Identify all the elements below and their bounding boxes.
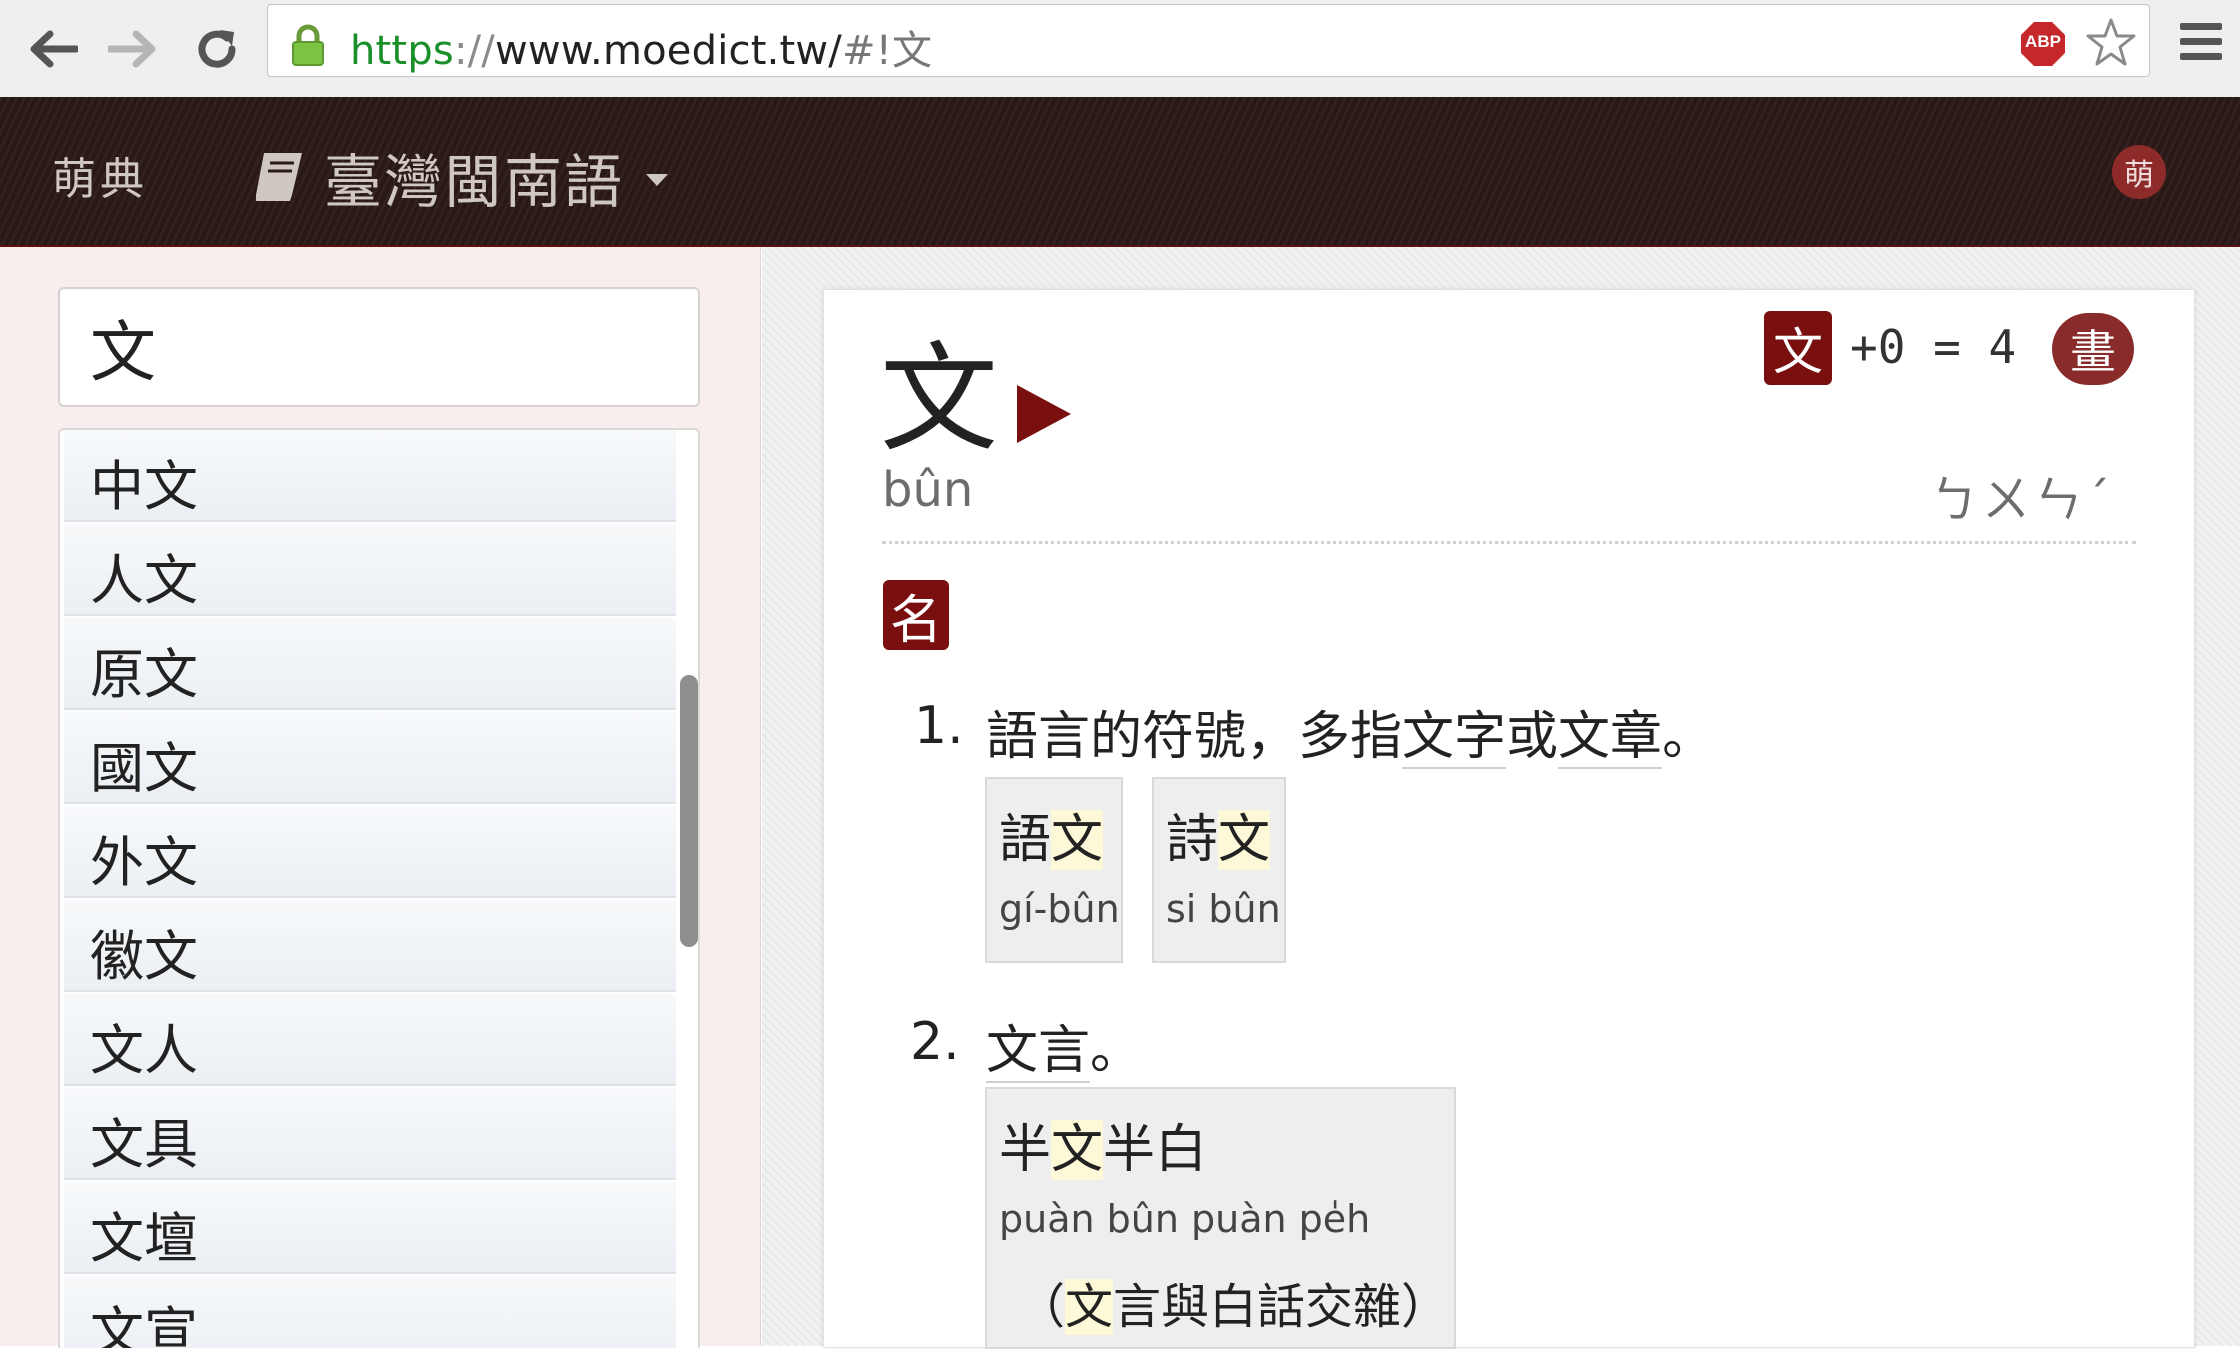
url-scheme: https xyxy=(350,28,454,74)
stroke-count: +0 = 4 xyxy=(1850,320,2017,374)
reload-icon xyxy=(198,30,236,68)
play-audio-icon[interactable] xyxy=(1015,383,1073,445)
definition-text-part: 。 xyxy=(1662,707,1715,767)
bookmark-star-icon[interactable] xyxy=(2085,17,2137,69)
definition-text-part: 。 xyxy=(1090,1021,1143,1081)
example-card[interactable]: 詩文 si bûn xyxy=(1152,777,1286,963)
list-item[interactable]: 國文 xyxy=(64,712,676,804)
list-item[interactable]: 文宣 xyxy=(64,1276,676,1348)
result-list-scrollbar[interactable] xyxy=(680,675,698,947)
list-item[interactable]: 文人 xyxy=(64,994,676,1086)
example-word-part: 語 xyxy=(999,810,1052,870)
search-input[interactable] xyxy=(58,287,700,407)
headword: 文 xyxy=(880,330,999,468)
definition-text: 語言的符號，多指文字或文章。 xyxy=(986,694,1714,769)
seal-button[interactable]: 萌 xyxy=(2112,145,2166,199)
reload-button[interactable] xyxy=(184,16,250,82)
browser-toolbar: https://www.moedict.tw/#!文 ABP xyxy=(0,0,2240,98)
example-card[interactable]: 語文 gí-bûn xyxy=(985,777,1123,963)
url-host: www.moedict.tw/ xyxy=(494,28,842,74)
back-button[interactable] xyxy=(20,16,86,82)
example-word-part: 詩 xyxy=(1166,810,1219,870)
url-fragment: #!文 xyxy=(842,28,933,74)
browser-menu-icon[interactable] xyxy=(2178,20,2224,64)
list-item[interactable]: 文具 xyxy=(64,1088,676,1180)
example-romanization: si bûn xyxy=(1166,887,1281,931)
divider xyxy=(882,541,2136,544)
address-bar[interactable]: https://www.moedict.tw/#!文 ABP xyxy=(267,4,2150,77)
list-item[interactable]: 文壇 xyxy=(64,1182,676,1274)
list-item[interactable]: 人文 xyxy=(64,524,676,616)
part-of-speech-badge: 名 xyxy=(883,580,949,651)
romanization: bûn xyxy=(882,462,974,518)
definition-number: 2. xyxy=(910,1012,960,1072)
example-gloss: （文言與白話交雜） xyxy=(1017,1267,1449,1337)
list-item[interactable]: 原文 xyxy=(64,618,676,710)
arrow-right-icon xyxy=(108,30,156,68)
site-header: 萌典 臺灣閩南語 xyxy=(0,97,2240,247)
example-word: 詩文 xyxy=(1166,797,1271,872)
example-romanization: gí-bûn xyxy=(999,887,1120,931)
example-word-part: 半 xyxy=(999,1120,1052,1180)
list-item[interactable]: 徽文 xyxy=(64,900,676,992)
adblock-button[interactable]: ABP xyxy=(2020,21,2066,67)
arrow-left-icon xyxy=(30,30,78,68)
url-separator: :// xyxy=(453,28,495,74)
example-highlight: 文 xyxy=(1051,810,1104,870)
list-item[interactable]: 中文 xyxy=(64,430,676,522)
result-list[interactable]: 中文 人文 原文 國文 外文 徽文 文人 文具 文壇 文宣 xyxy=(58,428,700,1348)
site-logo[interactable]: 萌典 xyxy=(52,143,148,207)
search-sidebar: 中文 人文 原文 國文 外文 徽文 文人 文具 文壇 文宣 xyxy=(0,247,761,1348)
example-gloss-part: 言與白話交雜） xyxy=(1113,1279,1450,1335)
example-highlight: 文 xyxy=(1065,1279,1114,1335)
example-highlight: 文 xyxy=(1051,1120,1104,1180)
definition-link[interactable]: 文章 xyxy=(1558,707,1663,769)
book-icon xyxy=(256,153,302,201)
dictionary-label: 臺灣閩南語 xyxy=(324,148,625,216)
example-word: 語文 xyxy=(999,797,1104,872)
definition-text-part: 或 xyxy=(1506,707,1559,767)
url-text[interactable]: https://www.moedict.tw/#!文 xyxy=(350,18,932,76)
example-highlight: 文 xyxy=(1218,810,1271,870)
example-card[interactable]: 半文半白 puàn bûn puàn pe̍h （文言與白話交雜） xyxy=(985,1087,1456,1349)
forward-button[interactable] xyxy=(100,16,166,82)
example-romanization: puàn bûn puàn pe̍h xyxy=(999,1197,1371,1241)
definition-number: 1. xyxy=(914,696,964,756)
definition-text-part: 語言的符號，多指 xyxy=(986,707,1403,767)
example-word: 半文半白 xyxy=(999,1107,1207,1182)
adblock-label: ABP xyxy=(2025,32,2061,51)
dictionary-selector[interactable]: 臺灣閩南語 xyxy=(250,135,669,219)
radical-badge[interactable]: 文 xyxy=(1764,311,1832,385)
definition-text: 文言。 xyxy=(986,1008,1142,1083)
list-item[interactable]: 外文 xyxy=(64,806,676,898)
definition-link[interactable]: 文字 xyxy=(1402,707,1507,769)
stroke-badge: 畫 xyxy=(2052,313,2134,385)
lock-icon xyxy=(292,24,324,66)
caret-down-icon xyxy=(646,174,669,186)
definition-link[interactable]: 文言 xyxy=(986,1021,1091,1083)
example-gloss-part: （ xyxy=(1017,1279,1066,1335)
zhuyin: ㄅㄨㄣˊ xyxy=(1930,472,2115,528)
example-word-part: 半白 xyxy=(1103,1120,1208,1180)
